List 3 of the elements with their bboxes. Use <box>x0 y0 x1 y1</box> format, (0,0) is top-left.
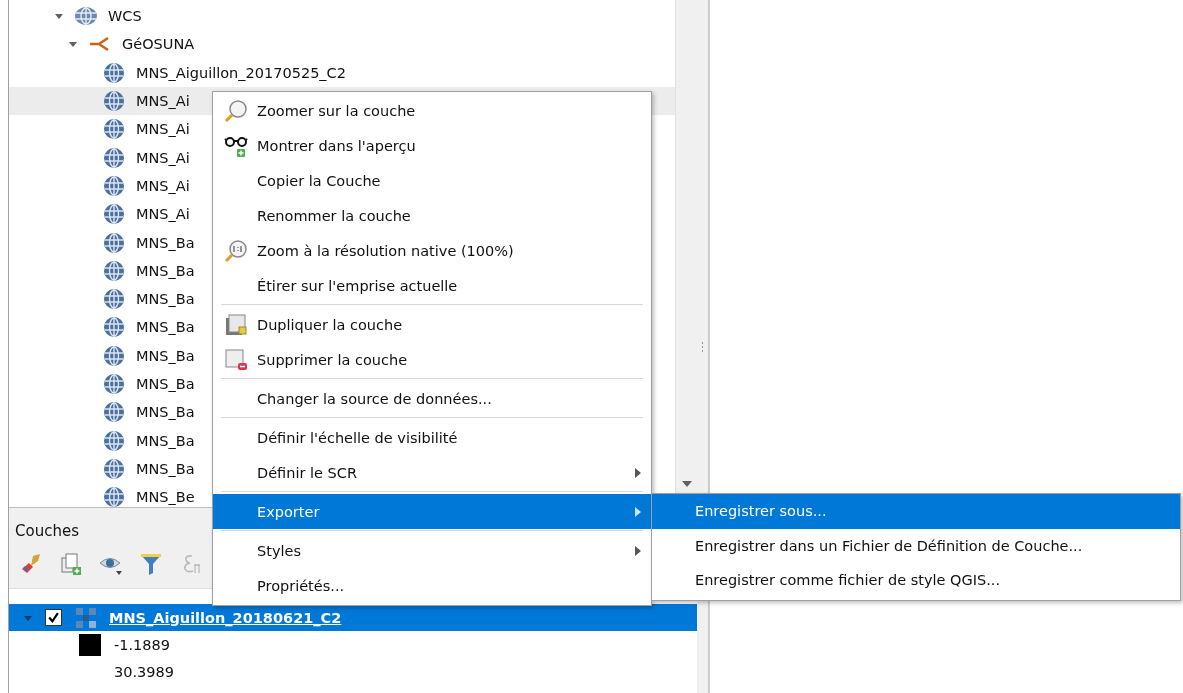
panel-title: Couches <box>15 522 79 540</box>
legend-value: 30.3989 <box>114 663 174 680</box>
legend-value: -1.1889 <box>114 636 170 653</box>
